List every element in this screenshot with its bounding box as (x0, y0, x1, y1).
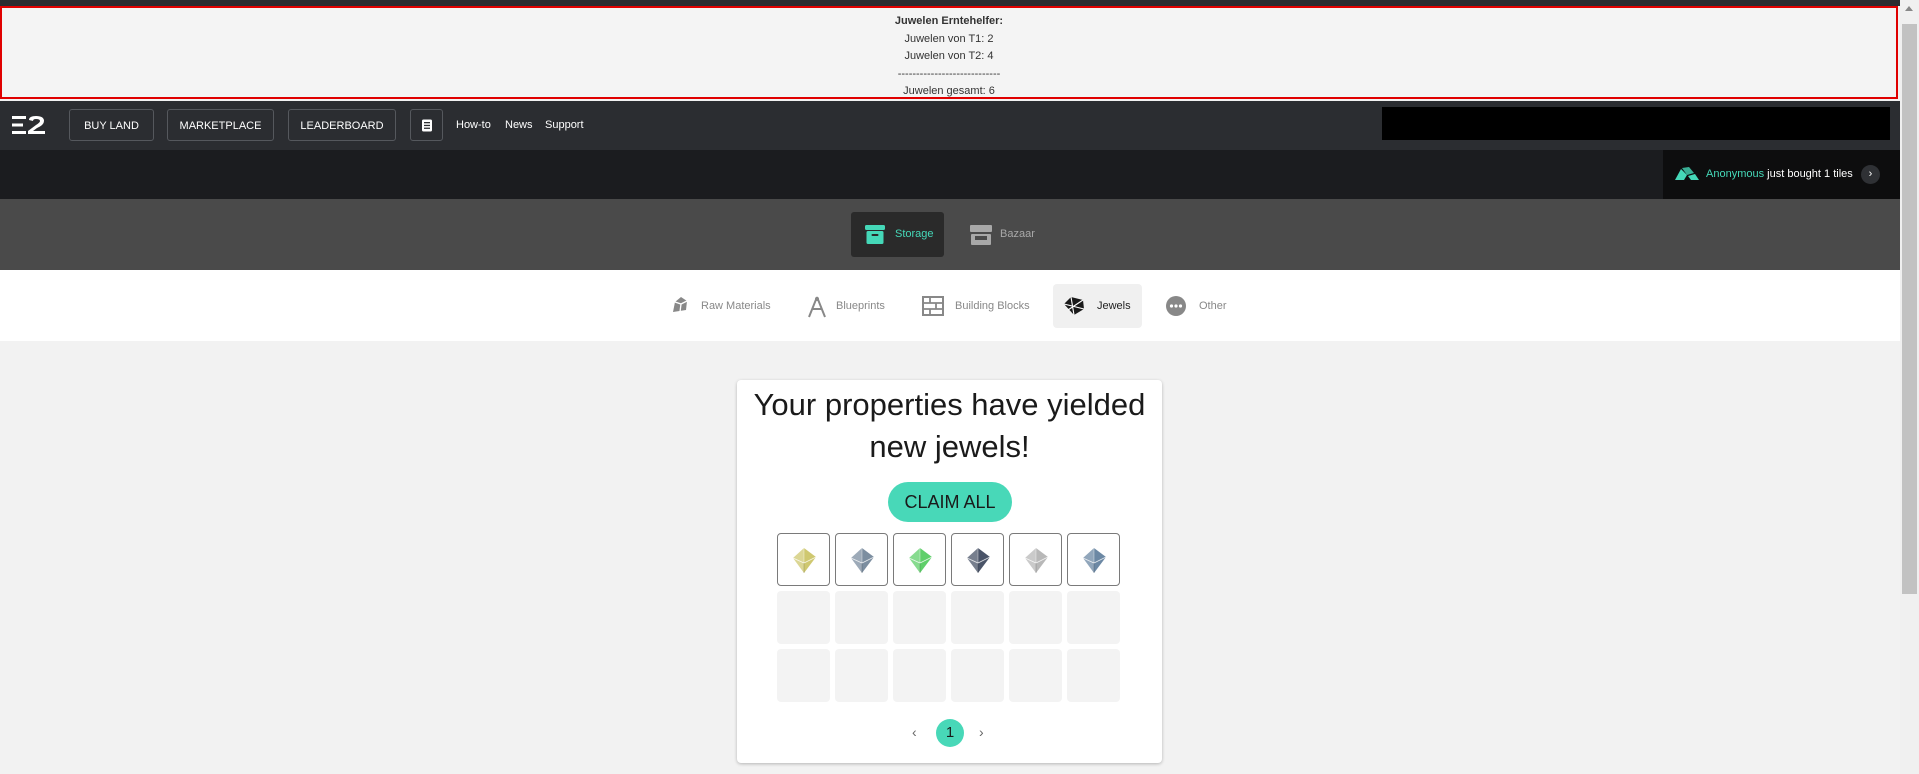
tab-bazaar[interactable]: Bazaar (956, 212, 1048, 257)
document-icon (421, 119, 433, 132)
tab-raw-materials-label: Raw Materials (701, 300, 771, 312)
blue-grey-jewel-icon (1082, 548, 1107, 573)
e2-logo-icon[interactable] (12, 115, 48, 140)
pagination: ‹ 1 › (737, 718, 1162, 748)
tab-raw-materials[interactable]: Raw Materials (661, 284, 773, 328)
jewel-harvest-helper-panel: Juwelen Erntehelfer: Juwelen von T1: 2 J… (0, 6, 1898, 99)
jewel-claim-card: Your properties have yielded new jewels!… (737, 380, 1162, 763)
empty-jewel-slot[interactable] (835, 649, 888, 702)
grey-jewel-icon (1024, 548, 1049, 573)
land-tiles-icon (1675, 167, 1699, 185)
jewel-slot[interactable] (1067, 533, 1120, 586)
scroll-up-icon[interactable] (1905, 6, 1913, 11)
empty-jewel-slot[interactable] (893, 649, 946, 702)
leaderboard-button[interactable]: LEADERBOARD (288, 109, 396, 141)
redacted-account-area (1382, 107, 1890, 140)
prev-page-icon[interactable]: ‹ (912, 722, 917, 742)
app-viewport: Juwelen Erntehelfer: Juwelen von T1: 2 J… (0, 0, 1900, 774)
tab-storage-label: Storage (895, 228, 934, 240)
jewel-slot[interactable] (893, 533, 946, 586)
dark-slate-jewel-icon (966, 548, 991, 573)
vertical-scrollbar[interactable] (1900, 0, 1919, 774)
marketplace-button[interactable]: MARKETPLACE (167, 109, 274, 141)
page-number-button[interactable]: 1 (936, 719, 964, 747)
ticker-next-icon[interactable]: › (1861, 165, 1880, 184)
empty-jewel-slot[interactable] (777, 591, 830, 644)
next-page-icon[interactable]: › (979, 722, 984, 742)
tab-other-label: Other (1199, 300, 1227, 312)
helper-title: Juwelen Erntehelfer: (894, 15, 1004, 27)
empty-jewel-slot[interactable] (1009, 649, 1062, 702)
slate-blue-jewel-icon (850, 548, 875, 573)
green-jewel-icon (908, 548, 933, 573)
jewel-slot[interactable] (777, 533, 830, 586)
tab-other[interactable]: Other (1156, 284, 1236, 328)
jewel-slot[interactable] (1009, 533, 1062, 586)
support-link[interactable]: Support (545, 109, 584, 141)
claim-headline: Your properties have yielded new jewels! (737, 384, 1162, 468)
claim-headline-line1: Your properties have yielded (753, 387, 1146, 422)
storage-box-icon (865, 225, 885, 249)
tab-blueprints[interactable]: Blueprints (796, 284, 891, 328)
yellow-jewel-icon (792, 548, 817, 573)
empty-jewel-slot[interactable] (835, 591, 888, 644)
activity-ticker-bar: Anonymous just bought 1 tiles › (0, 150, 1900, 199)
empty-jewel-slot[interactable] (1067, 649, 1120, 702)
claim-all-button[interactable]: CLAIM ALL (888, 482, 1012, 522)
document-button[interactable] (410, 109, 443, 141)
helper-t2-count: Juwelen von T2: 4 (904, 50, 994, 63)
jewel-slot[interactable] (951, 533, 1004, 586)
raw-materials-icon (671, 296, 689, 319)
storage-bazaar-tabs: Storage Bazaar (0, 199, 1900, 270)
bazaar-shop-icon (970, 225, 992, 250)
tab-jewels-label: Jewels (1097, 300, 1131, 312)
tab-building-blocks[interactable]: Building Blocks (912, 284, 1039, 328)
empty-jewel-slot[interactable] (951, 591, 1004, 644)
empty-jewel-slot[interactable] (777, 649, 830, 702)
news-link[interactable]: News (505, 109, 533, 141)
ticker-message: Anonymous just bought 1 tiles (1706, 150, 1853, 199)
tab-blueprints-label: Blueprints (836, 300, 885, 312)
tab-jewels[interactable]: Jewels (1053, 284, 1142, 328)
empty-jewel-slot[interactable] (1067, 591, 1120, 644)
howto-link[interactable]: How-to (456, 109, 491, 141)
ticker-user: Anonymous (1706, 168, 1765, 180)
empty-jewel-slot[interactable] (893, 591, 946, 644)
blueprints-icon (806, 296, 828, 323)
tab-building-blocks-label: Building Blocks (955, 300, 1030, 312)
helper-t1-count: Juwelen von T1: 2 (904, 32, 994, 45)
empty-jewel-slot[interactable] (951, 649, 1004, 702)
building-blocks-icon (922, 296, 944, 321)
empty-jewel-slot[interactable] (1009, 591, 1062, 644)
category-tabs: Raw Materials Blueprints Building Blocks… (0, 270, 1900, 341)
ticker-action: just bought 1 tiles (1767, 168, 1853, 180)
buy-land-button[interactable]: BUY LAND (69, 109, 154, 141)
more-dots-icon (1166, 296, 1186, 321)
scrollbar-thumb[interactable] (1902, 24, 1917, 594)
tab-storage[interactable]: Storage (851, 212, 944, 257)
jewel-slot[interactable] (835, 533, 888, 586)
recent-purchase-notice[interactable]: Anonymous just bought 1 tiles › (1663, 150, 1900, 199)
tab-bazaar-label: Bazaar (1000, 228, 1035, 240)
helper-total-count: Juwelen gesamt: 6 (903, 85, 995, 98)
claim-headline-line2: new jewels! (869, 429, 1030, 464)
jewel-icon (1063, 296, 1085, 321)
helper-divider: ---------------------------- (897, 67, 1001, 80)
